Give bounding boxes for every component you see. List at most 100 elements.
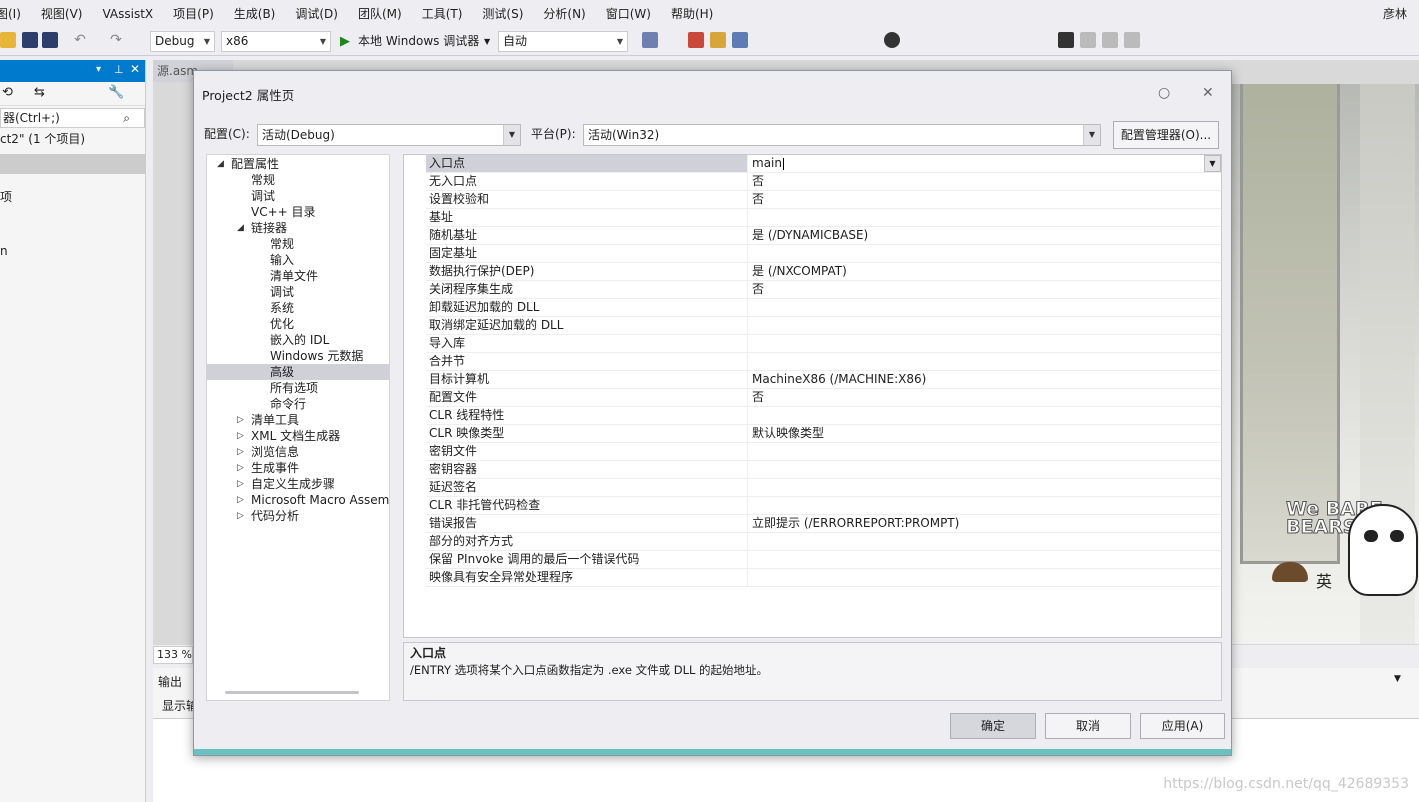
chevron-down-icon[interactable]: ▼ (1394, 674, 1401, 684)
property-value[interactable] (749, 551, 1221, 568)
property-row[interactable]: 基址 (426, 209, 1221, 227)
property-row[interactable]: 部分的对齐方式 (426, 533, 1221, 551)
bookmark-clear-icon[interactable] (1124, 32, 1140, 48)
property-value[interactable] (749, 353, 1221, 370)
property-value[interactable] (749, 497, 1221, 514)
dropdown-icon[interactable]: ▾ (96, 64, 101, 75)
ok-button[interactable]: 确定 (950, 713, 1036, 739)
tree-item[interactable]: 常规 (207, 236, 389, 252)
property-value[interactable]: 否 (749, 173, 1221, 190)
property-row[interactable]: 数据执行保护(DEP) 是 (/NXCOMPAT) (426, 263, 1221, 281)
property-row[interactable]: 延迟签名 (426, 479, 1221, 497)
tree-item[interactable]: 所有选项 (207, 380, 389, 396)
tree-scrollbar[interactable] (225, 691, 359, 694)
menu-item[interactable]: 工具(T) (412, 0, 473, 28)
property-value[interactable] (749, 569, 1221, 586)
bookmark-next-icon[interactable] (1102, 32, 1118, 48)
tree-item[interactable]: ▷ XML 文档生成器 (207, 428, 389, 444)
property-row[interactable]: 合并节 (426, 353, 1221, 371)
bookmark-icon[interactable] (1058, 32, 1074, 48)
search-icon[interactable]: ⌕ (123, 109, 130, 127)
ime-indicator[interactable]: 英 (1316, 568, 1332, 592)
tree-item[interactable]: ▷ 代码分析 (207, 508, 389, 524)
solution-config-combo[interactable]: Debug ▼ (150, 31, 215, 52)
property-row[interactable]: 配置文件否 (426, 389, 1221, 407)
solution-platform-combo[interactable]: x86 ▼ (221, 31, 331, 52)
property-row[interactable]: 无入口点否 (426, 173, 1221, 191)
property-value[interactable]: 默认映像类型 (749, 425, 1221, 442)
expand-arrow-icon[interactable]: ▷ (237, 492, 244, 508)
open-folder-icon[interactable] (0, 32, 16, 48)
property-value[interactable]: 立即提示 (/ERRORREPORT:PROMPT) (749, 515, 1221, 532)
property-row[interactable]: CLR 映像类型 默认映像类型 (426, 425, 1221, 443)
property-value[interactable]: 否 (749, 281, 1221, 298)
expand-arrow-icon[interactable]: ▷ (237, 412, 244, 428)
property-row[interactable]: 映像具有安全异常处理程序 (426, 569, 1221, 587)
tree-item[interactable]: 系统 (207, 300, 389, 316)
property-row[interactable]: CLR 非托管代码检查 (426, 497, 1221, 515)
tree-item[interactable]: 优化 (207, 316, 389, 332)
collapse-arrow-icon[interactable]: ◢ (217, 156, 224, 172)
property-row[interactable]: 导入库 (426, 335, 1221, 353)
close-icon[interactable]: ✕ (130, 62, 140, 76)
menu-item[interactable]: 测试(S) (472, 0, 533, 28)
menu-item[interactable]: 视图(V) (31, 0, 93, 28)
menu-item[interactable]: 生成(B) (224, 0, 286, 28)
solution-node[interactable]: ct2" (1 个项目) (0, 130, 145, 148)
open-file-icon[interactable] (710, 32, 726, 48)
undo-icon[interactable]: ↶ (72, 32, 88, 48)
zoom-level[interactable]: 133 % (153, 646, 193, 664)
bookmark-prev-icon[interactable] (1080, 32, 1096, 48)
save-all-icon[interactable] (42, 32, 58, 48)
tree-item[interactable]: 高级 (207, 364, 389, 380)
property-row[interactable]: 目标计算机 MachineX86 (/MACHINE:X86) (426, 371, 1221, 389)
selected-project-node[interactable] (0, 154, 145, 174)
save-icon[interactable] (22, 32, 38, 48)
property-row[interactable]: 关闭程序集生成否 (426, 281, 1221, 299)
menu-item[interactable]: 调试(D) (285, 0, 348, 28)
find-icon[interactable] (642, 32, 658, 48)
menu-item[interactable]: 分析(N) (533, 0, 595, 28)
tree-item[interactable]: ▷ 清单工具 (207, 412, 389, 428)
property-value[interactable] (749, 299, 1221, 316)
platform-combo[interactable]: 活动(Win32) ▼ (583, 124, 1101, 146)
menu-item[interactable]: 团队(M) (348, 0, 412, 28)
tree-item[interactable]: ◢ 配置属性 (207, 156, 389, 172)
expand-arrow-icon[interactable]: ▷ (237, 476, 244, 492)
property-row[interactable]: CLR 线程特性 (426, 407, 1221, 425)
property-value[interactable] (749, 461, 1221, 478)
tree-item[interactable]: 调试 (207, 284, 389, 300)
menu-item[interactable]: VAssistX (92, 0, 163, 28)
tree-item[interactable]: 嵌入的 IDL (207, 332, 389, 348)
play-icon[interactable]: ▶ (340, 32, 350, 51)
property-row[interactable]: 密钥容器 (426, 461, 1221, 479)
property-value[interactable] (749, 209, 1221, 226)
project-item[interactable]: 项 (0, 188, 145, 206)
property-value[interactable]: MachineX86 (/MACHINE:X86) (749, 371, 1221, 388)
browse-icon[interactable] (688, 32, 704, 48)
expand-arrow-icon[interactable]: ▷ (237, 460, 244, 476)
property-row[interactable]: 密钥文件 (426, 443, 1221, 461)
tree-item[interactable]: VC++ 目录 (207, 204, 389, 220)
property-row[interactable]: 取消绑定延迟加载的 DLL (426, 317, 1221, 335)
property-value[interactable] (749, 479, 1221, 496)
tree-item[interactable]: ▷ 生成事件 (207, 460, 389, 476)
expand-arrow-icon[interactable]: ▷ (237, 508, 244, 524)
tree-item[interactable]: 清单文件 (207, 268, 389, 284)
tree-item[interactable]: 调试 (207, 188, 389, 204)
project-item[interactable]: n (0, 242, 145, 260)
config-combo[interactable]: 活动(Debug) ▼ (257, 124, 521, 146)
tree-item[interactable]: ▷ 浏览信息 (207, 444, 389, 460)
close-icon[interactable]: ✕ (1202, 85, 1214, 101)
pin-icon[interactable]: ⊥ (114, 63, 124, 76)
property-row[interactable]: 固定基址 (426, 245, 1221, 263)
tree-item[interactable]: 命令行 (207, 396, 389, 412)
tree-item[interactable]: ◢ 链接器 (207, 220, 389, 236)
property-row[interactable]: 错误报告 立即提示 (/ERRORREPORT:PROMPT) (426, 515, 1221, 533)
property-value-input[interactable]: main ▼ (749, 155, 1221, 172)
refactor-icon[interactable] (884, 32, 900, 48)
menu-item[interactable]: 图(I) (0, 0, 31, 28)
property-value[interactable]: 否 (749, 191, 1221, 208)
config-manager-button[interactable]: 配置管理器(O)... (1113, 121, 1219, 149)
property-value[interactable]: 是 (/NXCOMPAT) (749, 263, 1221, 280)
